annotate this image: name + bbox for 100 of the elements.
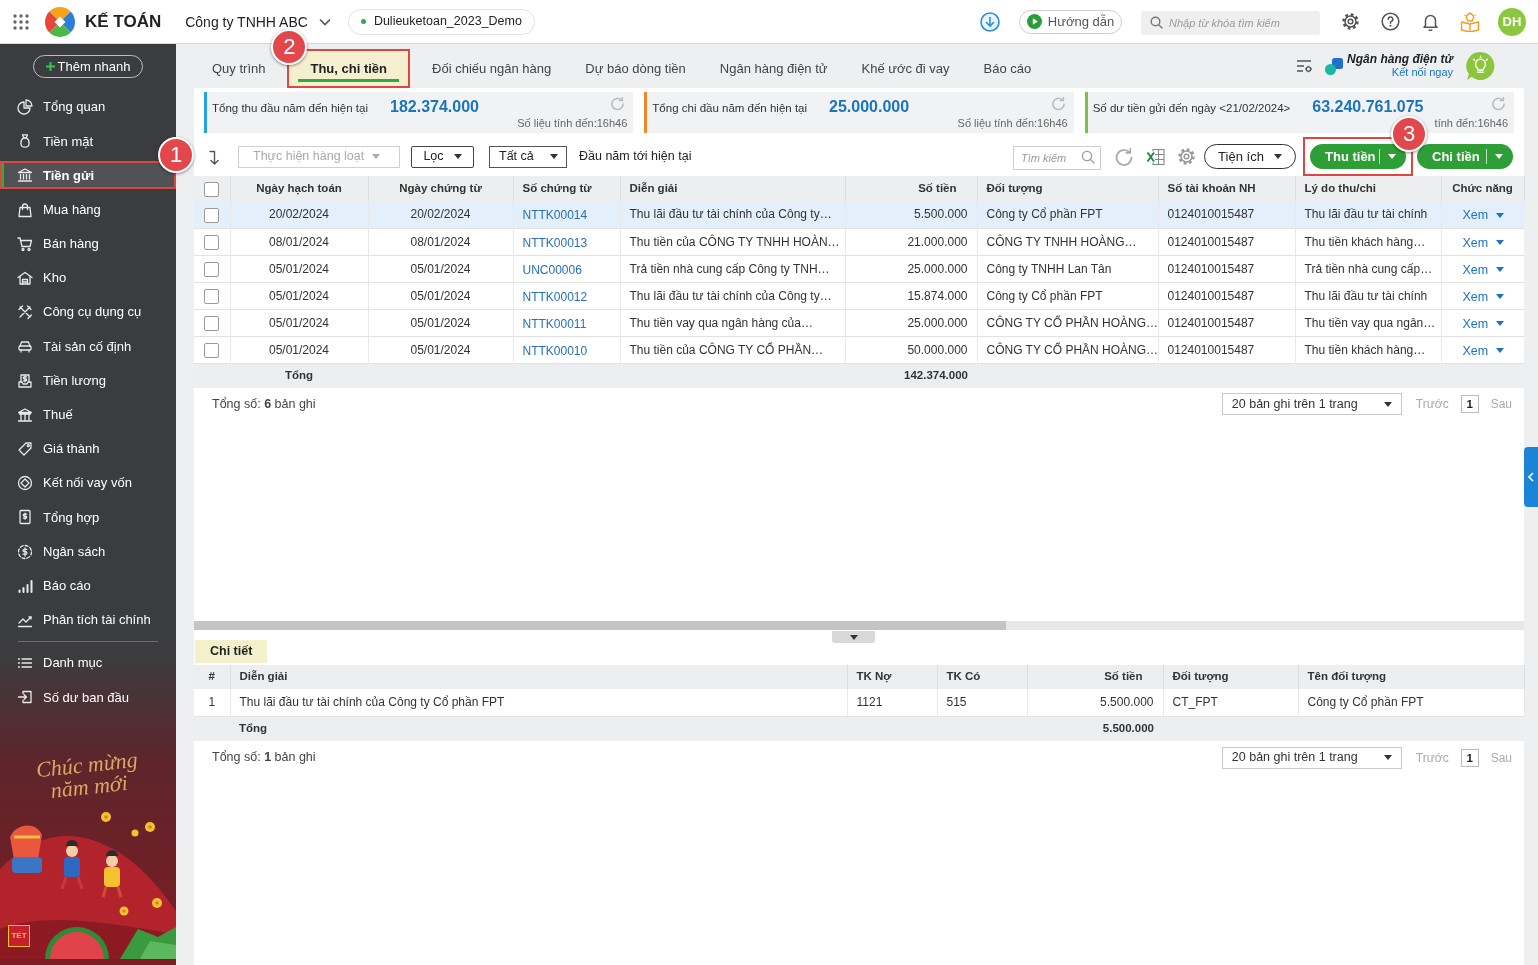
sidebar-item[interactable]: Giá thành — [0, 434, 157, 463]
scope-select[interactable]: Tất cả — [489, 145, 567, 168]
download-icon[interactable] — [980, 11, 1000, 32]
tools-icon — [17, 304, 33, 321]
page-size-select[interactable]: 20 bản ghi trên 1 trang — [1221, 746, 1402, 769]
view-dropdown-button[interactable]: Xem — [1462, 206, 1505, 225]
sidebar-item[interactable]: Kết nối vay vốn — [0, 469, 157, 498]
table-cell: 20/02/2024 — [230, 201, 368, 228]
refresh-icon[interactable] — [610, 96, 626, 111]
sidebar-item[interactable]: Tiền lương — [0, 366, 157, 395]
scrollbar-thumb[interactable] — [194, 621, 1006, 630]
table-row[interactable]: 05/01/2024 05/01/2024 NTTK00010 Thu tiền của CÔNG TY CỔ PHẦN… 50.000.000 CÔNG TY CỔ PHẦN HOÀNG… 0124010015487 Thu tiền khách hàng… Xem — [194, 336, 1524, 363]
row-checkbox[interactable] — [204, 315, 220, 331]
table-row[interactable]: 05/01/2024 05/01/2024 NTTK00012 Thu lãi đầu tư tài chính của Công ty… 15.874.000 Công ty Cổ phần FPT 0124010015487 Thu lãi đầu tư tài chính Xem — [194, 282, 1524, 309]
tab[interactable]: Chi tiết — [195, 640, 268, 663]
connect-now-link[interactable]: Kết nối ngay — [1391, 66, 1453, 79]
total-amount: 5.500.000 — [1102, 721, 1154, 734]
column-header: Số tiền — [845, 176, 977, 201]
lightbulb-icon[interactable] — [1465, 50, 1496, 82]
period-label: Đầu năm tới hiện tại — [579, 148, 692, 166]
caret-icon — [1496, 321, 1505, 327]
view-dropdown-button[interactable]: Xem — [1462, 233, 1505, 253]
refresh-icon[interactable] — [1491, 96, 1506, 111]
panel-resize-handle[interactable] — [832, 631, 875, 643]
caret-icon — [1388, 154, 1396, 159]
help-icon[interactable] — [1381, 12, 1400, 31]
chevron-left-icon — [1528, 472, 1534, 482]
table-row[interactable]: 05/01/2024 05/01/2024 NTTK00011 Thu tiền vay qua ngân hàng của… 25.000.000 CÔNG TY CỔ PHẦN HOÀNG… 0124010015487 Thu tiền vay qua ngân… Xem — [194, 309, 1524, 336]
tet-tag: TẾT — [8, 925, 30, 947]
card-value: 182.374.000 — [390, 98, 479, 116]
table-row[interactable]: 08/01/2024 08/01/2024 NTTK00013 Thu tiền của CÔNG TY TNHH HOÀN… 21.000.000 CÔNG TY TNHH HOÀNG… 0124010015487 Thu tiền khách hàng… Xem — [194, 228, 1524, 255]
sidebar-item[interactable]: Tổng quan — [0, 93, 157, 122]
caret-icon — [372, 154, 381, 159]
tab[interactable]: Ngân hàng điện tử — [707, 49, 840, 88]
settings-icon[interactable] — [1341, 12, 1360, 31]
table-row[interactable]: 20/02/2024 20/02/2024 NTTK00014 Thu lãi đầu tư tài chính của Công ty… 5.500.000 Công ty Cổ phần FPT 0124010015487 Thu lãi đầu tư tài chính Xem — [194, 201, 1524, 228]
sidebar-item[interactable]: Tổng hợp — [0, 503, 157, 532]
sidebar-item[interactable]: Tiền mặt — [0, 127, 157, 156]
table-cell: 05/01/2024 — [368, 309, 513, 336]
table-cell: Trả tiền nhà cung cấp… — [1295, 255, 1441, 282]
table-cell: Thu tiền vay qua ngân… — [1295, 309, 1441, 336]
sidebar-item[interactable]: Thuế — [0, 400, 157, 429]
sidebar-item[interactable]: Ngân sách — [0, 537, 157, 566]
sidebar-item[interactable]: Bán hàng — [0, 229, 157, 258]
sidebar-item[interactable]: Báo cáo — [0, 571, 157, 600]
sidebar-item[interactable]: Mua hàng — [0, 195, 157, 224]
tab[interactable]: Đối chiếu ngân hàng — [420, 49, 564, 88]
view-dropdown-button[interactable]: Xem — [1462, 314, 1505, 334]
row-checkbox[interactable] — [204, 207, 220, 223]
sidebar-item[interactable]: Tiền gửi — [0, 161, 176, 190]
caret-icon — [1496, 294, 1505, 300]
excel-icon[interactable] — [1146, 147, 1165, 166]
card-note: Số liệu tính đến:16h46 — [957, 115, 1068, 131]
side-panel-toggle[interactable] — [1524, 447, 1538, 507]
page-size-select[interactable]: 20 bản ghi trên 1 trang — [1221, 393, 1402, 415]
voucher-link[interactable]: UNC00006 — [522, 262, 582, 277]
column-header: TK Có — [937, 665, 1027, 689]
view-dropdown-button[interactable]: Xem — [1462, 287, 1505, 307]
view-dropdown-button[interactable]: Xem — [1462, 260, 1505, 280]
voucher-link[interactable]: NTTK00012 — [522, 289, 588, 304]
sidebar-item[interactable]: Công cụ dụng cụ — [0, 298, 157, 327]
voucher-link[interactable]: NTTK00010 — [522, 343, 588, 358]
tab[interactable]: Dự báo dòng tiền — [573, 49, 698, 88]
company-selector[interactable]: Công ty TNHH ABC — [185, 14, 332, 29]
plus-icon — [45, 62, 55, 71]
view-dropdown-button[interactable]: Xem — [1462, 341, 1505, 361]
column-header: # — [194, 665, 230, 689]
row-checkbox[interactable] — [204, 288, 220, 304]
sidebar-item[interactable]: Kho — [0, 264, 157, 293]
money-bag-icon — [17, 133, 33, 150]
filter-button[interactable]: Lọc — [411, 145, 474, 168]
tab[interactable]: Báo cáo — [971, 49, 1044, 88]
column-header: Số chứng từ — [513, 176, 620, 201]
horizontal-scrollbar[interactable] — [194, 621, 1524, 630]
table-row[interactable]: 05/01/2024 05/01/2024 UNC00006 Trả tiền nhà cung cấp Công ty TNH… 25.000.000 Công ty TNHH Lan Tân 0124010015487 Trả tiền nhà cung cấp… Xem — [194, 255, 1524, 282]
sidebar-item[interactable]: Tài sản cố định — [0, 332, 157, 361]
table-cell: 0124010015487 — [1158, 201, 1295, 228]
sidebar-item[interactable]: Danh mục — [0, 649, 157, 678]
filter-settings-icon[interactable] — [1296, 59, 1314, 73]
sidebar-item[interactable]: Số dư ban đầu — [0, 683, 157, 712]
sidebar-item[interactable]: Phân tích tài chính — [0, 605, 157, 634]
voucher-link[interactable]: NTTK00013 — [522, 235, 588, 250]
table-search-field[interactable]: Tìm kiếm — [1013, 145, 1101, 170]
row-checkbox[interactable] — [204, 234, 220, 250]
row-checkbox[interactable] — [204, 261, 220, 277]
select-all-checkbox[interactable] — [204, 181, 220, 197]
table-cell: 08/01/2024 — [230, 228, 368, 255]
voucher-link[interactable]: NTTK00011 — [522, 316, 587, 331]
bell-icon[interactable] — [1421, 12, 1440, 31]
page-button[interactable]: 1 — [1460, 748, 1479, 767]
page-button[interactable]: 1 — [1460, 395, 1479, 413]
row-checkbox[interactable] — [204, 342, 220, 358]
refresh-icon[interactable] — [1050, 96, 1066, 111]
refresh-icon[interactable] — [1114, 146, 1134, 167]
lightbulb-book-icon[interactable] — [1460, 11, 1480, 32]
tab[interactable]: Khế ước đi vay — [849, 49, 962, 88]
search-field[interactable]: Nhập từ khóa tìm kiếm — [1141, 10, 1320, 35]
apps-icon[interactable] — [13, 13, 29, 30]
voucher-link[interactable]: NTTK00014 — [522, 208, 588, 223]
column-header: Đối tượng — [977, 176, 1158, 201]
